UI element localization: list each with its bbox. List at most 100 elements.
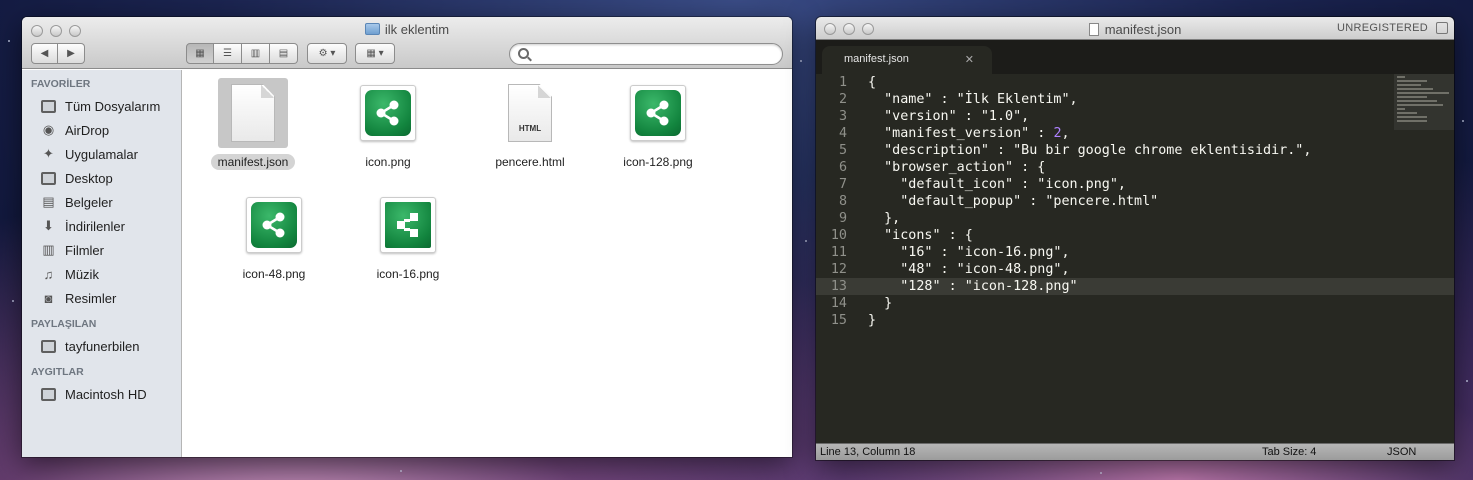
- monitor-icon: [40, 339, 57, 354]
- code-text: "icons" : {: [868, 228, 973, 243]
- line-number: 10: [830, 228, 847, 243]
- camera-icon: ◙: [44, 290, 53, 306]
- code-line[interactable]: 3 "version" : "1.0",: [816, 108, 1454, 125]
- line-number: 1: [838, 75, 847, 90]
- window-title: ilk eklentim: [22, 22, 792, 37]
- share-icon: [360, 85, 416, 141]
- code-line[interactable]: 2 "name" : "İlk Eklentim",: [816, 91, 1454, 108]
- code-text: }: [868, 296, 893, 311]
- share-icon: [630, 85, 686, 141]
- action-gear-button[interactable]: ⚙ ▾: [307, 43, 347, 64]
- code-line[interactable]: 4 "manifest_version" : 2,: [816, 125, 1454, 142]
- file-item-pencere-html[interactable]: HTML pencere.html: [465, 78, 595, 170]
- line-number: 7: [838, 177, 847, 192]
- back-button[interactable]: ◀: [31, 43, 58, 64]
- line-number: 4: [838, 126, 847, 141]
- sidebar-item-documents[interactable]: ▤ Belgeler: [22, 190, 181, 214]
- code-text: "16" : "icon-16.png",: [868, 245, 1070, 260]
- number-literal: 2: [1053, 126, 1062, 141]
- cursor-position: Line 13, Column 18: [820, 446, 916, 458]
- folder-icon: [364, 23, 380, 35]
- arrange-button[interactable]: ▦ ▾: [355, 43, 395, 64]
- line-number: 6: [838, 160, 847, 175]
- code-text: "default_icon" : "icon.png",: [868, 177, 1126, 192]
- editor-window: manifest.json UNREGISTERED manifest.json…: [816, 17, 1454, 460]
- code-text: },: [868, 211, 901, 226]
- desktop-icon: [40, 171, 57, 186]
- sidebar-item-airdrop[interactable]: ◉ AirDrop: [22, 118, 181, 142]
- code-line[interactable]: 5 "description" : "Bu bir google chrome …: [816, 142, 1454, 159]
- editor-titlebar: manifest.json UNREGISTERED: [816, 17, 1454, 40]
- sidebar-item-macintosh-hd[interactable]: Macintosh HD: [22, 382, 181, 406]
- all-files-icon: [40, 99, 57, 114]
- code-text: "description" : "Bu bir google chrome ek…: [868, 143, 1312, 158]
- code-text: "browser_action" : {: [868, 160, 1046, 175]
- code-line[interactable]: 1{: [816, 74, 1454, 91]
- coverflow-view-button[interactable]: ▤: [270, 43, 298, 64]
- code-text: "version" : "1.0",: [868, 109, 1030, 124]
- code-editor[interactable]: 1{2 "name" : "İlk Eklentim", 3 "version" …: [816, 74, 1454, 443]
- code-line[interactable]: 15}: [816, 312, 1454, 329]
- airdrop-icon: ◉: [42, 122, 55, 137]
- file-item-icon-128-png[interactable]: icon-128.png: [593, 78, 723, 170]
- syntax-selector[interactable]: JSON: [1387, 444, 1416, 460]
- file-item-manifest-json[interactable]: manifest.json: [188, 78, 318, 170]
- sidebar-item-shared-computer[interactable]: tayfunerbilen: [22, 334, 181, 358]
- sidebar-item-applications[interactable]: ✦ Uygulamalar: [22, 142, 181, 166]
- sidebar-item-all-files[interactable]: Tüm Dosyalarım: [22, 94, 181, 118]
- sidebar-heading-devices: AYGITLAR: [31, 366, 84, 378]
- code-line[interactable]: 13 "128" : "icon-128.png": [816, 278, 1454, 295]
- tab-size-selector[interactable]: Tab Size: 4: [1262, 444, 1316, 460]
- sidebar-item-movies[interactable]: ▥ Filmler: [22, 238, 181, 262]
- sidebar-heading-favorites: FAVORİLER: [31, 78, 91, 90]
- movies-icon: ▥: [42, 242, 55, 257]
- tab-manifest-json[interactable]: manifest.json ✕: [822, 46, 992, 74]
- code-line[interactable]: 8 "default_popup" : "pencere.html": [816, 193, 1454, 210]
- file-grid: manifest.json icon.png HTML pencere.html: [183, 70, 792, 457]
- code-line[interactable]: 7 "default_icon" : "icon.png",: [816, 176, 1454, 193]
- list-view-button[interactable]: ☰: [214, 43, 242, 64]
- icon-view-button[interactable]: ▦: [186, 43, 214, 64]
- unregistered-label: UNREGISTERED: [1337, 22, 1428, 34]
- code-text: {: [868, 75, 877, 90]
- line-number: 2: [838, 92, 847, 107]
- share-icon: [380, 197, 436, 253]
- code-line[interactable]: 14 }: [816, 295, 1454, 312]
- forward-button[interactable]: ▶: [58, 43, 85, 64]
- line-number: 9: [838, 211, 847, 226]
- file-item-icon-16-png[interactable]: icon-16.png: [343, 190, 473, 282]
- share-icon: [246, 197, 302, 253]
- line-number: 14: [830, 296, 847, 311]
- nav-buttons: ◀ ▶: [31, 43, 85, 64]
- code-line[interactable]: 10 "icons" : {: [816, 227, 1454, 244]
- sidebar-item-music[interactable]: ♫ Müzik: [22, 262, 181, 286]
- tab-bar: manifest.json ✕: [816, 40, 1454, 74]
- sidebar-heading-shared: PAYLAŞILAN: [31, 318, 97, 330]
- sidebar-item-desktop[interactable]: Desktop: [22, 166, 181, 190]
- sidebar-item-pictures[interactable]: ◙ Resimler: [22, 286, 181, 310]
- downloads-icon: ⬇: [43, 218, 54, 233]
- code-line[interactable]: 9 },: [816, 210, 1454, 227]
- file-item-icon-48-png[interactable]: icon-48.png: [209, 190, 339, 282]
- code-line[interactable]: 6 "browser_action" : {: [816, 159, 1454, 176]
- fullscreen-icon[interactable]: [1436, 22, 1448, 34]
- status-bar: Line 13, Column 18 Tab Size: 4 JSON: [816, 443, 1454, 460]
- code-line[interactable]: 11 "16" : "icon-16.png",: [816, 244, 1454, 261]
- column-view-button[interactable]: ▥: [242, 43, 270, 64]
- line-number: 8: [838, 194, 847, 209]
- line-number: 15: [830, 313, 847, 328]
- search-icon: [518, 48, 529, 59]
- file-icon: [1088, 23, 1099, 36]
- search-field[interactable]: [509, 43, 783, 65]
- file-item-icon-png[interactable]: icon.png: [323, 78, 453, 170]
- tab-close-icon[interactable]: ✕: [965, 53, 974, 66]
- code-text: "default_popup" : "pencere.html": [868, 194, 1159, 209]
- finder-window: ilk eklentim ◀ ▶ ▦ ☰ ▥ ▤ ⚙ ▾ ▦ ▾ FAVORİL…: [22, 17, 792, 457]
- applications-icon: ✦: [43, 146, 54, 161]
- code-text: "128" : "icon-128.png": [868, 279, 1078, 294]
- code-line[interactable]: 12 "48" : "icon-48.png",: [816, 261, 1454, 278]
- minimap[interactable]: [1394, 74, 1454, 130]
- document-icon: [231, 84, 275, 142]
- sidebar-item-downloads[interactable]: ⬇ İndirilenler: [22, 214, 181, 238]
- hard-drive-icon: [40, 387, 57, 402]
